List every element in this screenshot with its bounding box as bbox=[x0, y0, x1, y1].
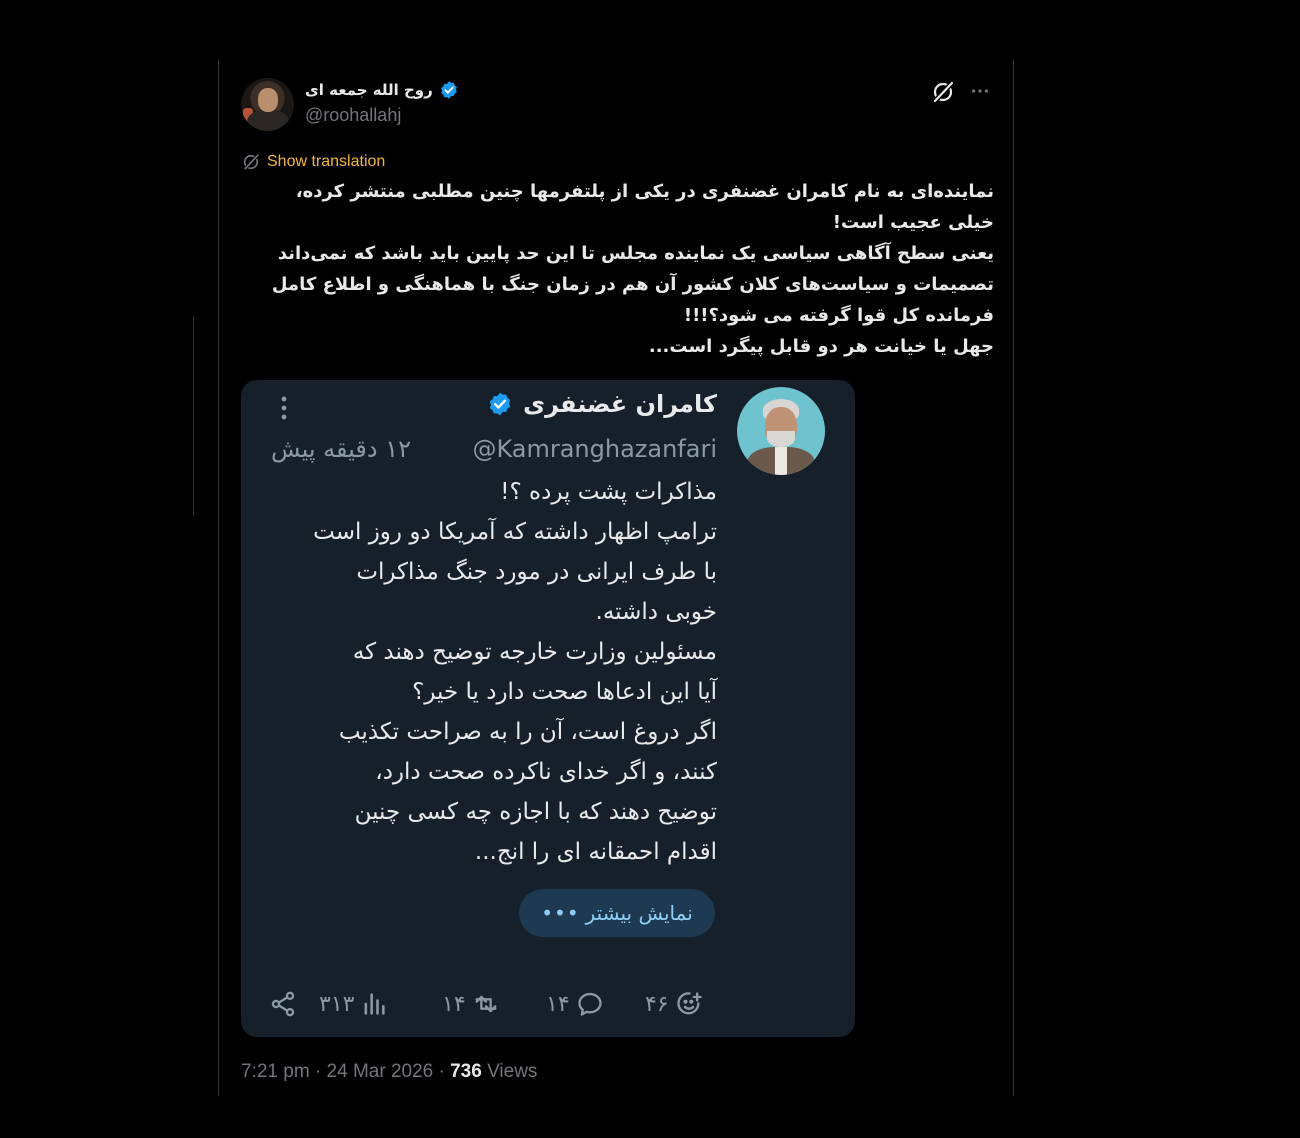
author-name[interactable]: روح الله جمعه ای bbox=[305, 81, 433, 99]
quoted-text-line: اقدام احمقانه ای را انج... bbox=[474, 839, 717, 865]
repost-action: ۱۴ bbox=[442, 990, 500, 1018]
quoted-text: مذاکرات پشت پرده ؟! ترامپ اظهار داشته که… bbox=[257, 472, 717, 872]
quoted-text-line: خوبی داشته. bbox=[595, 599, 717, 625]
post-text-line: یعنی سطح آگاهی سیاسی یک نماینده مجلس تا … bbox=[277, 243, 994, 264]
reactions-count: ۴۶ bbox=[645, 991, 669, 1017]
post-text-line: خیلی عجیب است! bbox=[832, 212, 994, 233]
quoted-author-name: کامران غضنفری bbox=[523, 390, 717, 418]
add-reaction-icon bbox=[677, 992, 702, 1015]
grok-icon[interactable] bbox=[931, 80, 955, 104]
views-count: 736 bbox=[450, 1061, 482, 1082]
author-avatar[interactable] bbox=[241, 78, 294, 131]
views-label: Views bbox=[481, 1061, 538, 1082]
post-text-line: تصمیمات و سیاست‌های کلان کشور آن هم در ز… bbox=[271, 274, 994, 295]
post-timestamp[interactable]: 7:21 pm · 24 Mar 2026 · bbox=[241, 1061, 450, 1082]
kebab-menu-icon bbox=[281, 396, 287, 420]
quoted-author-avatar bbox=[737, 387, 825, 475]
embedded-screenshot-card[interactable]: کامران غضنفری @Kamranghazanfari ۱۲ دقیقه… bbox=[241, 380, 855, 1037]
post-text-line: نماینده‌ای به نام کامران غضنفری در یکی ا… bbox=[295, 181, 994, 202]
post-text: نماینده‌ای به نام کامران غضنفری در یکی ا… bbox=[259, 176, 994, 362]
share-icon bbox=[271, 991, 295, 1017]
post-container: روح الله جمعه ای @roohallahj Show transl… bbox=[218, 60, 1014, 1096]
post-metadata: 7:21 pm · 24 Mar 2026 · 736 Views bbox=[241, 1061, 537, 1083]
reaction-action: ۴۶ bbox=[645, 990, 703, 1018]
show-more-label: نمایش بیشتر bbox=[585, 901, 693, 925]
quoted-text-line: توضیح دهند که با اجازه چه کسی چنین bbox=[354, 799, 717, 825]
show-translation-link[interactable]: Show translation bbox=[241, 152, 385, 172]
quoted-text-line: مسئولین وزارت خارجه توضیح دهند که bbox=[352, 639, 717, 665]
views-count: ۳۱۳ bbox=[319, 991, 355, 1017]
quoted-text-line: مذاکرات پشت پرده ؟! bbox=[500, 479, 717, 505]
verified-badge-icon bbox=[440, 81, 457, 99]
divider-line bbox=[193, 316, 194, 516]
quoted-name-row: کامران غضنفری bbox=[487, 390, 717, 418]
post-text-line: جهل یا خیانت هر دو قابل پیگرد است... bbox=[648, 336, 994, 357]
quoted-text-line: کنند، و اگر خدای ناکرده صحت دارد، bbox=[375, 759, 717, 785]
bar-chart-icon bbox=[365, 993, 386, 1015]
quoted-text-line: با طرف ایرانی در مورد جنگ مذاکرات bbox=[356, 559, 717, 585]
quoted-text-line: اگر دروغ است، آن را به صراحت تکذیب bbox=[338, 719, 717, 745]
translate-icon bbox=[243, 154, 259, 170]
show-more-button: نمایش بیشتر ••• bbox=[519, 889, 715, 937]
more-options-icon[interactable] bbox=[969, 80, 991, 102]
verified-badge-icon bbox=[489, 392, 511, 416]
reply-action: ۱۴ bbox=[546, 990, 604, 1018]
reply-icon bbox=[577, 992, 602, 1016]
show-translation-label[interactable]: Show translation bbox=[267, 153, 385, 171]
post-text-line: فرمانده کل قوا گرفته می شود؟!!! bbox=[683, 305, 994, 326]
author-handle[interactable]: @roohallahj bbox=[305, 105, 401, 126]
quoted-author-handle: @Kamranghazanfari bbox=[472, 435, 717, 463]
quoted-timestamp: ۱۲ دقیقه پیش bbox=[271, 435, 411, 463]
quoted-text-line: آیا این ادعاها صحت دارد یا خیر؟ bbox=[412, 679, 717, 705]
quoted-action-bar: ۳۱۳ ۱۴ ۱۴ ۴۶ bbox=[269, 990, 719, 1026]
repost-icon bbox=[475, 995, 497, 1013]
views-action: ۳۱۳ bbox=[319, 990, 388, 1018]
author-name-row[interactable]: روح الله جمعه ای bbox=[305, 80, 459, 100]
replies-count: ۱۴ bbox=[546, 991, 570, 1017]
quoted-text-line: ترامپ اظهار داشته که آمریکا دو روز است bbox=[313, 519, 717, 545]
reposts-count: ۱۴ bbox=[442, 991, 466, 1017]
share-action bbox=[269, 990, 297, 1018]
show-more-dots: ••• bbox=[541, 901, 580, 925]
